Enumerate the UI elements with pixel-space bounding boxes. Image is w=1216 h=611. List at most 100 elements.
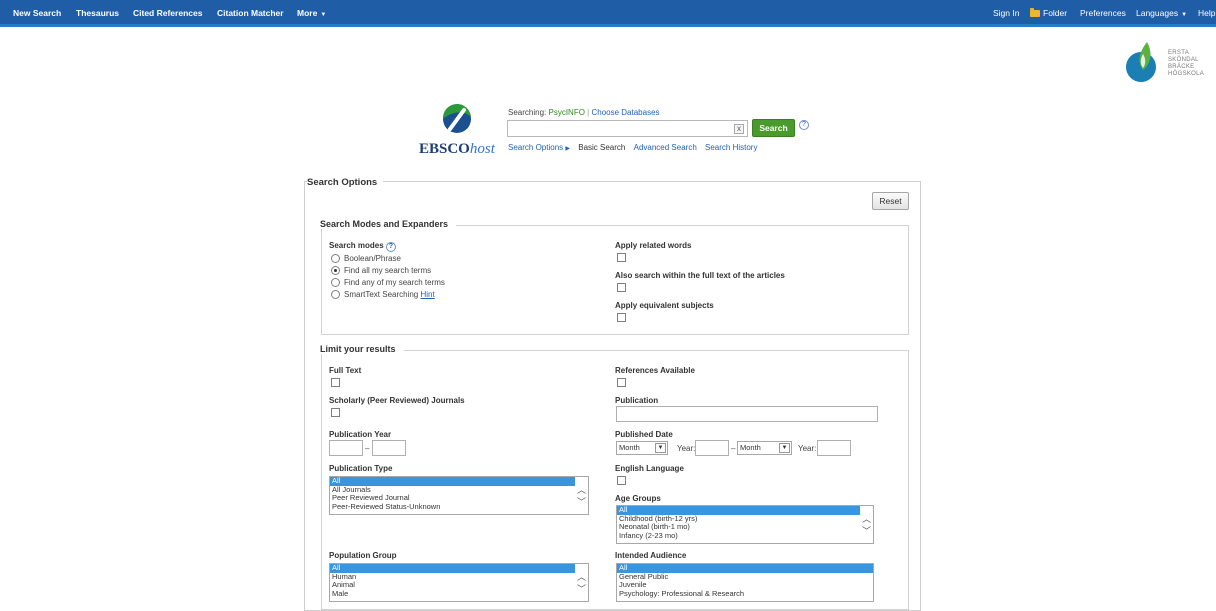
database-name: PsycINFO bbox=[548, 108, 585, 117]
year-from-label: Year: bbox=[677, 444, 696, 453]
list-item[interactable]: Psychology: Professional & Research bbox=[617, 589, 873, 599]
search-input[interactable]: x bbox=[507, 120, 748, 137]
nav-cited-references[interactable]: Cited References bbox=[133, 8, 202, 18]
publication-label: Publication bbox=[615, 396, 659, 405]
mode-boolean-radio[interactable] bbox=[331, 254, 340, 263]
publication-year-from-input[interactable] bbox=[329, 440, 363, 456]
nav-languages-label: Languages bbox=[1136, 8, 1179, 18]
published-year-to-input[interactable] bbox=[817, 440, 851, 456]
nav-help[interactable]: Help bbox=[1198, 8, 1215, 18]
population-group-label: Population Group bbox=[329, 551, 397, 560]
scrollbar[interactable]: ︿ ﹀ bbox=[575, 477, 588, 514]
list-item[interactable]: Male bbox=[330, 589, 588, 599]
full-text-label: Full Text bbox=[329, 366, 362, 375]
month-value: Month bbox=[740, 443, 761, 452]
clear-search-icon[interactable]: x bbox=[734, 124, 744, 134]
nav-folder[interactable]: Folder bbox=[1030, 8, 1067, 18]
search-button[interactable]: Search bbox=[752, 119, 795, 137]
choose-databases-link[interactable]: Choose Databases bbox=[591, 108, 659, 117]
publication-input[interactable] bbox=[616, 406, 878, 422]
scroll-down-icon[interactable]: ﹀ bbox=[862, 524, 871, 537]
logo-ebsco: EBSCO bbox=[419, 141, 470, 157]
mode-any-terms-radio[interactable] bbox=[331, 278, 340, 287]
equivalent-subjects-checkbox[interactable] bbox=[617, 313, 626, 322]
equivalent-subjects-label: Apply equivalent subjects bbox=[615, 301, 714, 310]
chevron-down-icon: ▼ bbox=[779, 443, 790, 453]
limit-results-heading: Limit your results bbox=[320, 344, 404, 354]
scrollbar[interactable]: ︿ ﹀ bbox=[860, 506, 873, 543]
mode-boolean-label: Boolean/Phrase bbox=[344, 254, 401, 263]
advanced-search-link[interactable]: Advanced Search bbox=[634, 143, 697, 152]
search-modes-help-icon[interactable]: ? bbox=[385, 242, 396, 252]
english-language-checkbox[interactable] bbox=[617, 476, 626, 485]
reset-button[interactable]: Reset bbox=[872, 192, 909, 210]
population-group-listbox[interactable]: All Human Animal Male ︿ ﹀ bbox=[329, 563, 589, 602]
full-text-checkbox[interactable] bbox=[331, 378, 340, 387]
published-year-from-input[interactable] bbox=[695, 440, 729, 456]
published-date-to-month-select[interactable]: Month ▼ bbox=[737, 441, 792, 455]
mode-any-terms-label: Find any of my search terms bbox=[344, 278, 445, 287]
ebsco-host-logo: EBSCOhost bbox=[419, 141, 495, 158]
mode-smarttext-radio[interactable] bbox=[331, 290, 340, 299]
nav-preferences[interactable]: Preferences bbox=[1080, 8, 1126, 18]
related-words-label: Apply related words bbox=[615, 241, 692, 250]
nav-languages[interactable]: Languages ▼ bbox=[1136, 8, 1187, 18]
institution-logo bbox=[1126, 42, 1156, 82]
scroll-down-icon[interactable]: ﹀ bbox=[577, 495, 586, 508]
english-language-label: English Language bbox=[615, 464, 684, 473]
nav-new-search[interactable]: New Search bbox=[13, 8, 61, 18]
scroll-down-icon[interactable]: ﹀ bbox=[577, 582, 586, 595]
search-options-panel: Search Options Reset Search Modes and Ex… bbox=[304, 177, 921, 611]
list-item[interactable]: Peer-Reviewed Status-Unknown bbox=[330, 502, 588, 512]
chevron-down-icon: ▼ bbox=[320, 12, 327, 18]
nav-thesaurus[interactable]: Thesaurus bbox=[76, 8, 119, 18]
nav-citation-matcher[interactable]: Citation Matcher bbox=[217, 8, 284, 18]
related-words-checkbox[interactable] bbox=[617, 253, 626, 262]
logo-line: SKÖNDAL bbox=[1168, 57, 1199, 63]
nav-more-label: More bbox=[297, 8, 318, 18]
publication-year-label: Publication Year bbox=[329, 430, 392, 439]
publication-year-to-input[interactable] bbox=[372, 440, 406, 456]
search-modes-label: Search modes ? bbox=[329, 241, 396, 252]
date-range-dash: – bbox=[731, 444, 736, 453]
ebsco-globe-icon bbox=[442, 104, 471, 133]
mode-all-terms-label: Find all my search terms bbox=[344, 266, 432, 275]
logo-host: host bbox=[469, 141, 495, 157]
age-groups-listbox[interactable]: All Childhood (birth-12 yrs) Neonatal (b… bbox=[616, 505, 874, 544]
list-item[interactable]: Animal bbox=[330, 580, 588, 590]
chevron-down-icon: ▼ bbox=[1181, 12, 1188, 18]
searching-label: Searching: bbox=[508, 108, 547, 117]
limit-results-section: Limit your results Full Text Scholarly (… bbox=[320, 344, 909, 610]
publication-type-listbox[interactable]: All All Journals Peer Reviewed Journal P… bbox=[329, 476, 589, 515]
references-available-label: References Available bbox=[615, 366, 695, 375]
year-to-label: Year: bbox=[798, 444, 817, 453]
list-item[interactable]: All bbox=[330, 564, 588, 573]
published-date-from-month-select[interactable]: Month ▼ bbox=[616, 441, 668, 455]
nav-sign-in[interactable]: Sign In bbox=[993, 8, 1019, 18]
intended-audience-listbox[interactable]: All General Public Juvenile Psychology: … bbox=[616, 563, 874, 602]
list-item[interactable]: General Public bbox=[617, 572, 873, 582]
full-text-search-checkbox[interactable] bbox=[617, 283, 626, 292]
basic-search-link[interactable]: Basic Search bbox=[578, 143, 625, 152]
mode-all-terms-radio[interactable] bbox=[331, 266, 340, 275]
search-modes-section: Search Modes and Expanders Search modes … bbox=[320, 219, 909, 335]
year-range-dash: – bbox=[365, 444, 370, 453]
mode-smarttext-text: SmartText Searching bbox=[344, 290, 419, 299]
full-text-search-label: Also search within the full text of the … bbox=[615, 271, 785, 280]
search-history-link[interactable]: Search History bbox=[705, 143, 757, 152]
scrollbar[interactable]: ︿ ﹀ bbox=[575, 564, 588, 601]
intended-audience-label: Intended Audience bbox=[615, 551, 687, 560]
scholarly-checkbox[interactable] bbox=[331, 408, 340, 417]
list-item[interactable]: Human bbox=[330, 572, 588, 582]
nav-more[interactable]: More ▼ bbox=[297, 8, 326, 18]
search-options-link[interactable]: Search Options ▶ bbox=[508, 143, 570, 152]
hint-link[interactable]: Hint bbox=[421, 290, 435, 299]
logo-line: HÖGSKOLA bbox=[1168, 71, 1205, 77]
logo-line: ERSTA bbox=[1168, 50, 1190, 56]
references-available-checkbox[interactable] bbox=[617, 378, 626, 387]
age-groups-label: Age Groups bbox=[615, 494, 661, 503]
search-options-title: Search Options bbox=[307, 177, 384, 188]
search-help-icon[interactable]: ? bbox=[799, 120, 809, 130]
nav-folder-label: Folder bbox=[1043, 8, 1068, 18]
list-item[interactable]: Infancy (2-23 mo) bbox=[617, 531, 873, 541]
